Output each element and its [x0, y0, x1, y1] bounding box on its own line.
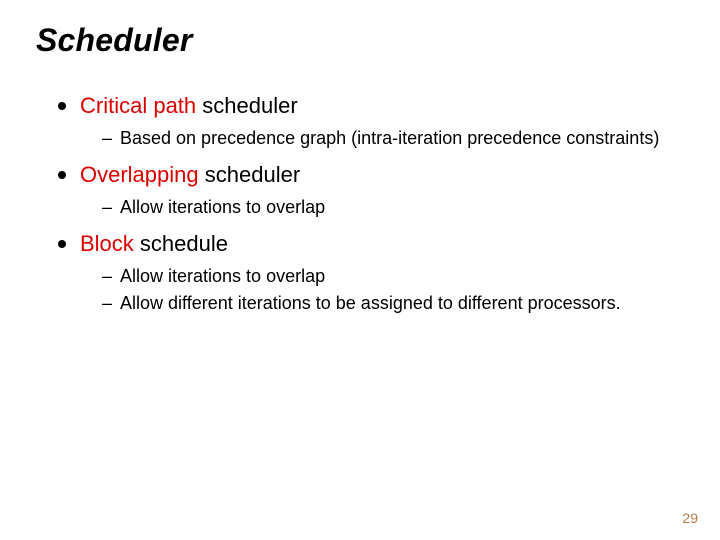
slide: Scheduler Critical path scheduler Based … — [0, 0, 720, 540]
bullet-item-critical-path: Critical path scheduler Based on precede… — [58, 91, 684, 150]
bullet-item-block: Block schedule Allow iterations to overl… — [58, 229, 684, 315]
sub-item: Based on precedence graph (intra-iterati… — [102, 127, 684, 150]
heading-highlight: Block — [80, 231, 134, 256]
heading-rest: schedule — [134, 231, 228, 256]
slide-title: Scheduler — [36, 22, 684, 59]
bullet-item-overlapping: Overlapping scheduler Allow iterations t… — [58, 160, 684, 219]
sub-item: Allow iterations to overlap — [102, 265, 684, 288]
heading-rest: scheduler — [199, 162, 301, 187]
bullet-list: Critical path scheduler Based on precede… — [36, 91, 684, 316]
sub-item: Allow different iterations to be assigne… — [102, 292, 684, 315]
heading-highlight: Critical path — [80, 93, 196, 118]
sub-item: Allow iterations to overlap — [102, 196, 684, 219]
sub-list: Based on precedence graph (intra-iterati… — [80, 127, 684, 150]
heading-highlight: Overlapping — [80, 162, 199, 187]
sub-list: Allow iterations to overlap Allow differ… — [80, 265, 684, 316]
heading-rest: scheduler — [196, 93, 298, 118]
sub-list: Allow iterations to overlap — [80, 196, 684, 219]
page-number: 29 — [682, 510, 698, 526]
